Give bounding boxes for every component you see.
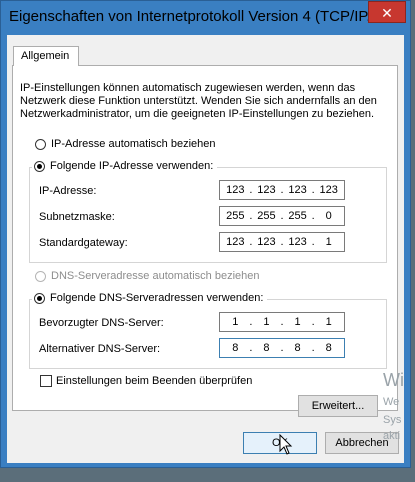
validate-on-exit-checkbox[interactable] [40,375,52,388]
advanced-button[interactable]: Erweitert... [298,395,378,417]
close-button[interactable]: ✕ [368,1,406,23]
ip-auto-label: IP-Adresse automatisch beziehen [51,138,216,150]
watermark-line-1: Wi [383,370,404,390]
ip-auto-option[interactable]: IP-Adresse automatisch beziehen [35,138,215,150]
ip-address-label: IP-Adresse: [39,185,97,197]
octet-dot: . [311,184,315,196]
octet-dot: . [311,342,315,354]
watermark-line-3: Sys [383,414,402,426]
octet-dot: . [311,316,315,328]
ip-address-input[interactable]: 123. 123. 123. 123 [219,180,345,200]
octet: 0 [325,210,332,222]
dialog-client-area: Allgemein IP-Einstellungen können automa… [7,35,404,463]
octet: 1 [263,316,270,328]
alternate-dns-input[interactable]: 8. 8. 8. 8 [219,338,345,358]
octet: 123 [257,184,276,196]
window-title: Eigenschaften von Internetprotokoll Vers… [9,8,369,25]
gateway-input[interactable]: 123. 123. 123. 1 [219,232,345,252]
octet: 8 [325,342,332,354]
octet: 8 [232,342,239,354]
octet: 255 [288,210,307,222]
octet: 8 [263,342,270,354]
watermark-line-2: We [383,396,400,408]
octet: 123 [226,184,245,196]
octet: 1 [325,316,332,328]
octet: 8 [294,342,301,354]
dns-auto-radio[interactable] [35,270,46,282]
preferred-dns-label: Bevorzugter DNS-Server: [39,317,164,329]
octet: 123 [257,236,276,248]
validate-on-exit-option[interactable]: Einstellungen beim Beenden überprüfen [40,375,253,388]
octet-dot: . [311,210,315,222]
title-bar[interactable]: Eigenschaften von Internetprotokoll Vers… [1,1,410,35]
octet: 1 [232,316,239,328]
octet-dot: . [280,316,284,328]
octet: 123 [288,184,307,196]
ip-auto-radio[interactable] [35,138,46,150]
tab-allgemein[interactable]: Allgemein [13,46,79,66]
mouse-cursor-icon [279,434,293,455]
octet-dot: . [280,236,284,248]
alternate-dns-label: Alternativer DNS-Server: [39,343,161,355]
octet: 123 [319,184,338,196]
octet-dot: . [280,184,284,196]
ip-manual-option[interactable]: Folgende IP-Adresse verwenden: [32,160,218,172]
dns-manual-radio[interactable] [34,292,45,304]
subnet-mask-label: Subnetzmaske: [39,211,115,223]
octet-dot: . [249,184,253,196]
ip-manual-label: Folgende IP-Adresse verwenden: [50,160,214,172]
dns-auto-option[interactable]: DNS-Serveradresse automatisch beziehen [35,270,260,282]
octet-dot: . [311,236,315,248]
dns-manual-label: Folgende DNS-Serveradressen verwenden: [50,292,264,304]
octet-dot: . [249,342,253,354]
octet: 255 [257,210,276,222]
dns-group [29,299,387,369]
octet: 1 [325,236,332,248]
octet: 1 [294,316,301,328]
watermark-line-4: akti [383,430,401,442]
preferred-dns-input[interactable]: 1. 1. 1. 1 [219,312,345,332]
dialog-window: Eigenschaften von Internetprotokoll Vers… [0,0,411,468]
validate-on-exit-label: Einstellungen beim Beenden überprüfen [56,375,253,387]
octet: 123 [226,236,245,248]
octet: 255 [226,210,245,222]
octet-dot: . [280,342,284,354]
dns-manual-option[interactable]: Folgende DNS-Serveradressen verwenden: [32,292,268,304]
dns-auto-label: DNS-Serveradresse automatisch beziehen [51,270,260,282]
octet-dot: . [249,236,253,248]
description-text: IP-Einstellungen können automatisch zuge… [20,82,377,120]
subnet-mask-input[interactable]: 255. 255. 255. 0 [219,206,345,226]
ip-manual-radio[interactable] [34,160,45,172]
gateway-label: Standardgateway: [39,237,128,249]
octet-dot: . [249,210,253,222]
octet-dot: . [280,210,284,222]
octet: 123 [288,236,307,248]
octet-dot: . [249,316,253,328]
